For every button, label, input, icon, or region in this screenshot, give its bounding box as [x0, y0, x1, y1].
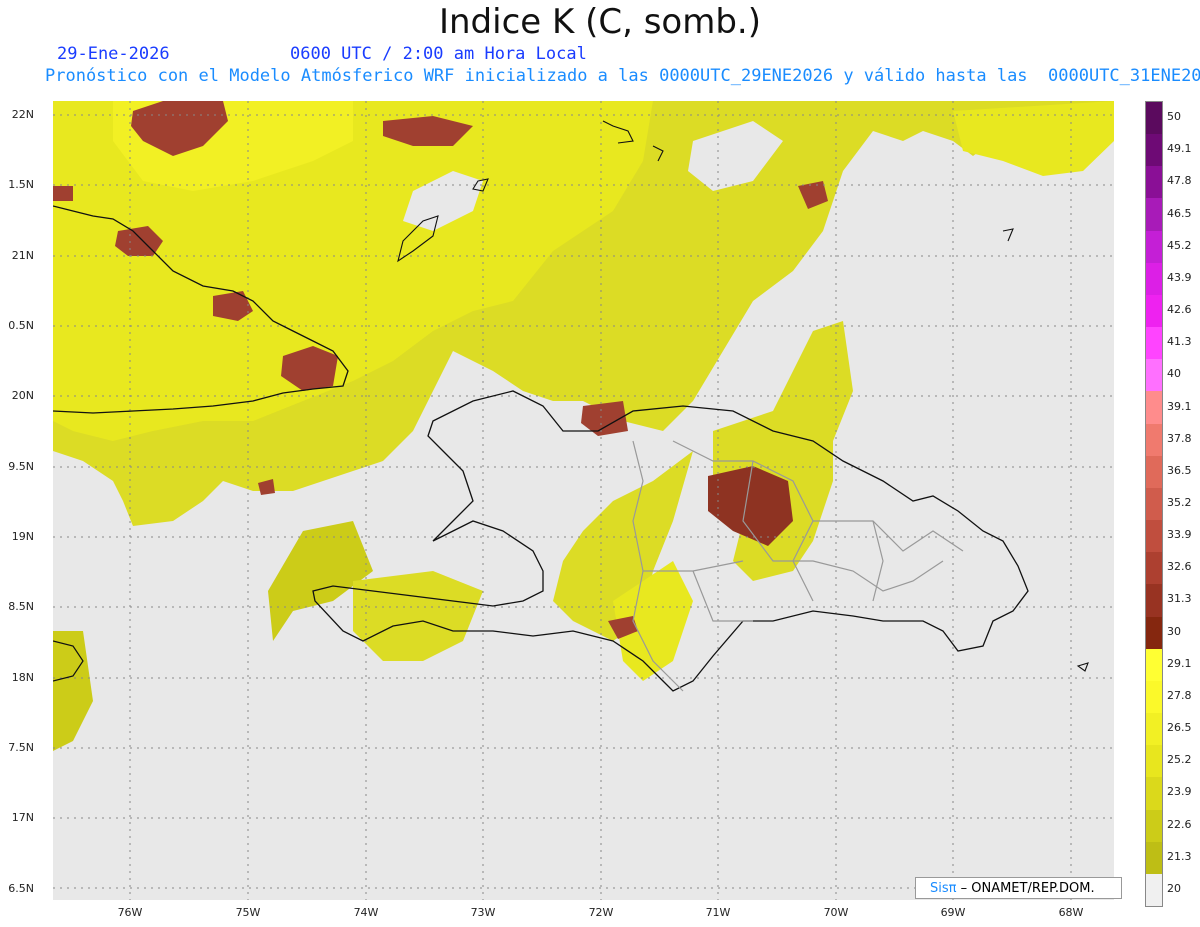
colorbar-segment — [1146, 552, 1162, 585]
colorbar-label: 33.9 — [1167, 528, 1192, 542]
colorbar-segment — [1146, 841, 1162, 875]
colorbar-segment — [1146, 680, 1162, 714]
colorbar-label: 26.5 — [1167, 721, 1192, 735]
lon-tick: 76W — [117, 906, 143, 919]
lat-tick: 21N — [11, 249, 34, 262]
colorbar-label: 29.1 — [1167, 656, 1192, 670]
lon-tick: 71W — [705, 906, 731, 919]
colorbar-segment — [1146, 262, 1162, 296]
colorbar-segment — [1146, 873, 1162, 907]
colorbar-segment — [1146, 520, 1162, 553]
colorbar-label: 22.6 — [1167, 817, 1192, 831]
colorbar-segment — [1146, 134, 1162, 167]
colorbar-segment — [1146, 294, 1162, 328]
colorbar-label: 39.1 — [1167, 399, 1192, 413]
colorbar-segment — [1146, 391, 1162, 425]
colorbar-label: 42.6 — [1167, 303, 1192, 317]
colorbar-segment — [1146, 809, 1162, 843]
colorbar-label: 50 — [1167, 110, 1181, 124]
colorbar-segment — [1146, 327, 1162, 360]
lat-tick: 17N — [11, 811, 34, 824]
lat-tick: 18N — [11, 671, 34, 684]
colorbar-label: 21.3 — [1167, 849, 1192, 863]
colorbar-label: 23.9 — [1167, 785, 1192, 799]
colorbar-label: 43.9 — [1167, 270, 1192, 284]
model-description: Pronóstico con el Modelo Atmósferico WRF… — [45, 66, 1200, 86]
colorbar — [1145, 101, 1163, 907]
lat-tick: 7.5N — [8, 741, 34, 754]
colorbar-segment — [1146, 230, 1162, 264]
colorbar-label: 49.1 — [1167, 142, 1192, 156]
k-index-map — [53, 101, 1114, 900]
colorbar-segment — [1146, 359, 1162, 392]
lat-tick: 9.5N — [8, 460, 34, 473]
lon-tick: 73W — [470, 906, 496, 919]
lat-tick: 1.5N — [8, 178, 34, 191]
colorbar-label: 30 — [1167, 624, 1181, 638]
colorbar-label: 31.3 — [1167, 592, 1192, 606]
lon-tick: 68W — [1058, 906, 1084, 919]
lat-tick: 22N — [11, 108, 34, 121]
lat-tick: 20N — [11, 389, 34, 402]
colorbar-label: 40 — [1167, 367, 1181, 381]
colorbar-segment — [1146, 198, 1162, 232]
colorbar-label: 27.8 — [1167, 688, 1192, 702]
lat-tick: 8.5N — [8, 600, 34, 613]
lon-tick: 75W — [235, 906, 261, 919]
colorbar-label: 20 — [1167, 881, 1181, 895]
lon-tick: 72W — [588, 906, 614, 919]
colorbar-segment — [1146, 584, 1162, 618]
lat-tick: 6.5N — [8, 882, 34, 895]
lat-tick: 19N — [11, 530, 34, 543]
colorbar-segment — [1146, 423, 1162, 457]
colorbar-label: 35.2 — [1167, 496, 1192, 509]
colorbar-segment — [1146, 102, 1162, 135]
colorbar-label: 36.5 — [1167, 463, 1192, 477]
colorbar-label: 46.5 — [1167, 206, 1192, 220]
map-title: Indice K (C, somb.) — [438, 2, 762, 42]
credit-box: Sisπ – ONAMET/REP.DOM. — [915, 877, 1122, 899]
colorbar-segment — [1146, 487, 1162, 521]
credit-text: – ONAMET/REP.DOM. — [960, 881, 1095, 896]
lon-tick: 74W — [353, 906, 379, 919]
colorbar-label: 32.6 — [1167, 560, 1192, 574]
colorbar-label: 25.2 — [1167, 753, 1192, 767]
colorbar-segment — [1146, 455, 1162, 489]
colorbar-segment — [1146, 713, 1162, 746]
forecast-time: 0600 UTC / 2:00 am Hora Local — [290, 44, 587, 64]
credit-brand: Sisπ — [930, 881, 957, 896]
colorbar-label: 37.8 — [1167, 431, 1192, 445]
colorbar-segment — [1146, 616, 1162, 650]
lon-tick: 69W — [940, 906, 966, 919]
lat-tick: 0.5N — [8, 319, 34, 332]
colorbar-segment — [1146, 777, 1162, 811]
colorbar-label: 41.3 — [1167, 335, 1192, 349]
lon-tick: 70W — [823, 906, 849, 919]
colorbar-segment — [1146, 648, 1162, 682]
colorbar-label: 45.2 — [1167, 238, 1192, 252]
forecast-date: 29-Ene-2026 — [57, 44, 170, 64]
colorbar-label: 47.8 — [1167, 174, 1192, 188]
colorbar-segment — [1146, 166, 1162, 199]
colorbar-segment — [1146, 745, 1162, 778]
